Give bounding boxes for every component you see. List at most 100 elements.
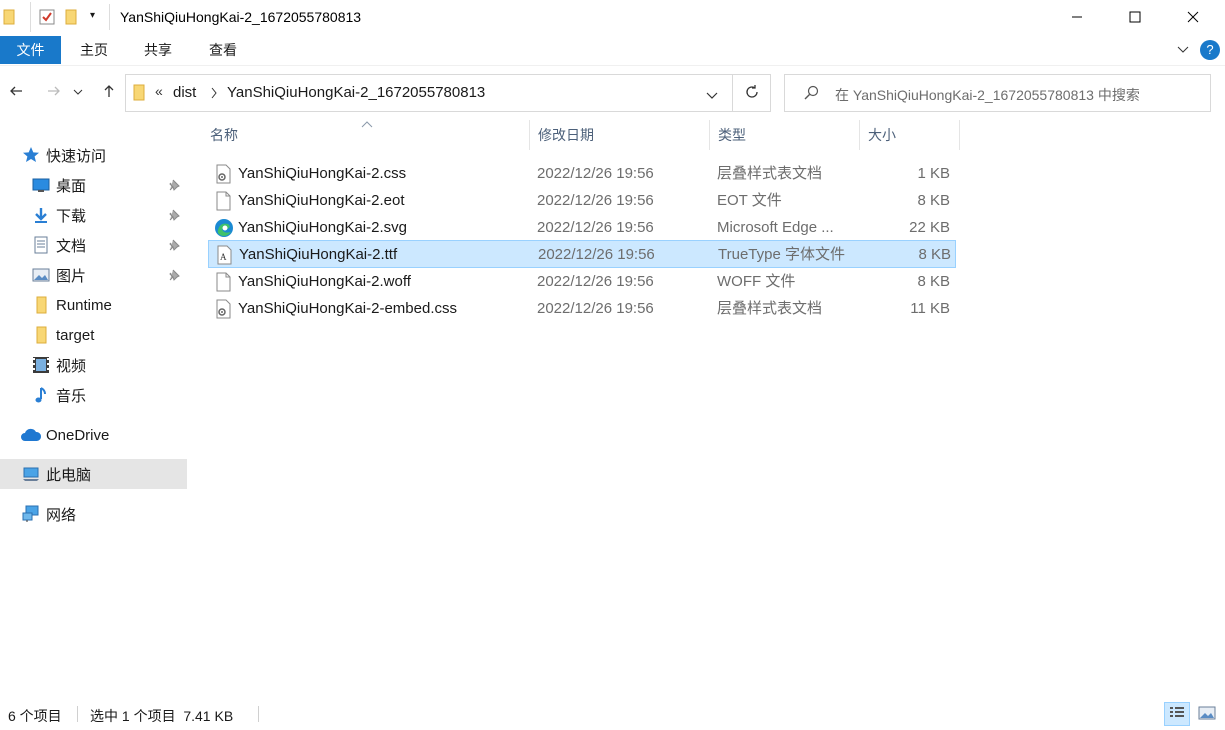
- large-icons-view-icon: [1198, 706, 1216, 723]
- file-row[interactable]: YanShiQiuHongKai-2.css 2022/12/26 19:56 …: [208, 160, 956, 187]
- pin-icon: [168, 208, 182, 222]
- maximize-button[interactable]: [1106, 0, 1164, 36]
- folder-icon: [132, 84, 146, 105]
- recent-locations-button[interactable]: [70, 80, 86, 104]
- sidebar-item-label: 音乐: [56, 387, 87, 405]
- file-size: 8 KB: [918, 246, 951, 263]
- document-icon: [32, 236, 50, 254]
- item-count: 6 个项目: [8, 708, 62, 724]
- blank-file-icon: [214, 191, 232, 211]
- file-size: 8 KB: [917, 192, 950, 209]
- file-name: YanShiQiuHongKai-2.woff: [238, 273, 411, 290]
- file-name: YanShiQiuHongKai-2.eot: [238, 192, 405, 209]
- folder-icon: [32, 296, 50, 314]
- file-date: 2022/12/26 19:56: [537, 273, 654, 290]
- sidebar-item-quick-access[interactable]: 快速访问: [0, 140, 187, 170]
- help-icon[interactable]: ?: [1200, 40, 1220, 60]
- back-button[interactable]: [4, 80, 28, 104]
- file-size: 22 KB: [909, 219, 950, 236]
- minimize-icon: [1071, 10, 1083, 26]
- file-date: 2022/12/26 19:56: [538, 246, 655, 263]
- file-type: 层叠样式表文档: [717, 300, 823, 317]
- sidebar-item-target[interactable]: target: [0, 320, 187, 350]
- file-date: 2022/12/26 19:56: [537, 219, 654, 236]
- tab-view[interactable]: 查看: [195, 36, 251, 64]
- sidebar-item-label: target: [56, 326, 95, 344]
- properties-icon[interactable]: [38, 8, 56, 29]
- status-divider: [77, 706, 78, 722]
- tab-home[interactable]: 主页: [66, 36, 122, 64]
- minimize-button[interactable]: [1048, 0, 1106, 36]
- customize-quick-access-icon[interactable]: ▾: [90, 10, 95, 21]
- status-bar: 6 个项目 选中 1 个项目 7.41 KB: [0, 700, 1225, 730]
- close-icon: [1187, 10, 1199, 26]
- sidebar-item-videos[interactable]: 视频: [0, 350, 187, 380]
- sidebar-item-documents[interactable]: 文档: [0, 230, 187, 260]
- chevron-down-icon: [73, 84, 83, 100]
- file-name: YanShiQiuHongKai-2.ttf: [239, 246, 398, 263]
- video-icon: [32, 356, 50, 374]
- file-type: EOT 文件: [717, 192, 782, 209]
- column-headers: 名称 修改日期 类型 大小: [202, 120, 962, 150]
- arrow-up-icon: [101, 83, 117, 102]
- sidebar-item-label: 文档: [56, 237, 87, 255]
- breadcrumb-overflow[interactable]: «: [155, 83, 163, 99]
- file-name: YanShiQiuHongKai-2.css: [238, 165, 407, 182]
- tab-file[interactable]: 文件: [0, 36, 61, 64]
- new-folder-icon[interactable]: [64, 8, 78, 29]
- expand-ribbon-icon[interactable]: [1176, 42, 1190, 59]
- folder-icon: [32, 326, 50, 344]
- sidebar-item-network[interactable]: 网络: [0, 499, 187, 529]
- up-button[interactable]: [97, 80, 121, 104]
- music-icon: [32, 386, 50, 404]
- sidebar-item-pictures[interactable]: 图片: [0, 260, 187, 290]
- details-view-button[interactable]: [1164, 702, 1190, 726]
- search-box[interactable]: 在 YanShiQiuHongKai-2_1672055780813 中搜索: [784, 74, 1211, 112]
- sidebar-item-desktop[interactable]: 桌面: [0, 170, 187, 200]
- file-row[interactable]: YanShiQiuHongKai-2.eot 2022/12/26 19:56 …: [208, 187, 956, 214]
- sidebar-item-label: 图片: [56, 267, 87, 285]
- quick-access-divider: [30, 2, 31, 32]
- download-icon: [32, 206, 50, 224]
- file-row[interactable]: YanShiQiuHongKai-2.svg 2022/12/26 19:56 …: [208, 214, 956, 241]
- chevron-down-icon[interactable]: [706, 88, 718, 104]
- column-header-name[interactable]: 名称: [202, 120, 530, 150]
- file-row-selected[interactable]: A YanShiQiuHongKai-2.ttf 2022/12/26 19:5…: [208, 240, 956, 268]
- column-header-type[interactable]: 类型: [710, 120, 860, 150]
- close-button[interactable]: [1164, 0, 1222, 36]
- file-row[interactable]: YanShiQiuHongKai-2.woff 2022/12/26 19:56…: [208, 268, 956, 295]
- sidebar-item-label: 此电脑: [46, 466, 92, 484]
- tab-share[interactable]: 共享: [130, 36, 186, 64]
- sidebar-item-music[interactable]: 音乐: [0, 380, 187, 410]
- css-file-icon: [214, 299, 232, 319]
- sidebar-item-onedrive[interactable]: OneDrive: [0, 420, 187, 450]
- column-header-date[interactable]: 修改日期: [530, 120, 710, 150]
- file-name: YanShiQiuHongKai-2-embed.css: [238, 300, 458, 317]
- search-input[interactable]: 在 YanShiQiuHongKai-2_1672055780813 中搜索: [835, 85, 1140, 105]
- breadcrumb-dist[interactable]: dist: [173, 84, 196, 101]
- address-bar[interactable]: « dist YanShiQiuHongKai-2_1672055780813: [125, 74, 733, 112]
- sidebar-item-label: Runtime: [56, 296, 112, 314]
- sidebar-item-runtime[interactable]: Runtime: [0, 290, 187, 320]
- file-name: YanShiQiuHongKai-2.svg: [238, 219, 407, 236]
- pictures-icon: [32, 266, 50, 284]
- column-header-size[interactable]: 大小: [860, 120, 960, 150]
- file-type: 层叠样式表文档: [717, 165, 823, 182]
- sidebar-item-label: 视频: [56, 357, 87, 375]
- forward-button[interactable]: [42, 80, 66, 104]
- status-divider: [258, 706, 259, 722]
- sidebar-item-label: 桌面: [56, 177, 87, 195]
- chevron-right-icon[interactable]: [210, 86, 218, 102]
- sidebar-item-downloads[interactable]: 下载: [0, 200, 187, 230]
- title-divider: [109, 4, 110, 30]
- file-row[interactable]: YanShiQiuHongKai-2-embed.css 2022/12/26 …: [208, 295, 956, 322]
- breadcrumb-current[interactable]: YanShiQiuHongKai-2_1672055780813: [227, 84, 485, 101]
- file-size: 8 KB: [917, 273, 950, 290]
- sidebar-item-this-pc[interactable]: 此电脑: [0, 459, 187, 489]
- network-icon: [22, 505, 40, 523]
- refresh-button[interactable]: [733, 74, 771, 112]
- desktop-icon: [32, 176, 50, 194]
- large-icons-view-button[interactable]: [1194, 702, 1220, 726]
- sidebar-item-label: 下载: [56, 207, 87, 225]
- window-title: YanShiQiuHongKai-2_1672055780813: [120, 9, 362, 25]
